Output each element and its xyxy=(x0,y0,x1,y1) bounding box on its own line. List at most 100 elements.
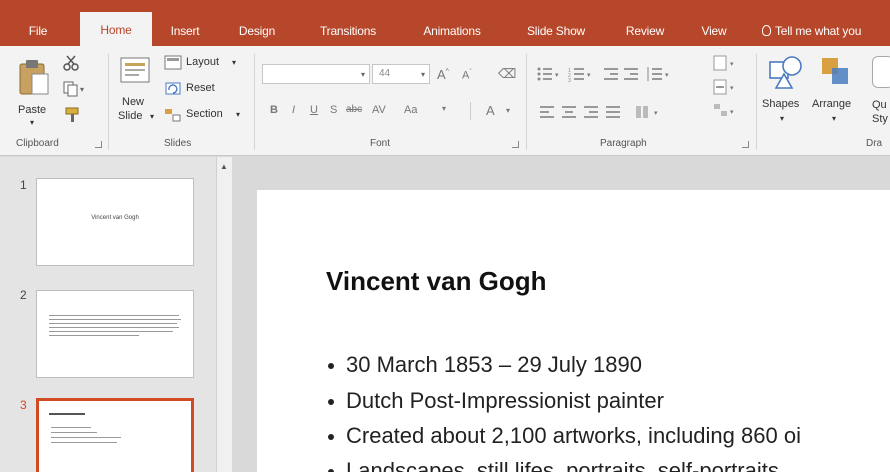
cut-icon[interactable] xyxy=(62,54,80,72)
bold-icon[interactable]: B xyxy=(270,104,278,116)
columns-icon[interactable]: ▾ xyxy=(634,104,664,120)
group-divider xyxy=(108,54,109,150)
clipboard-group-label: Clipboard xyxy=(16,138,59,149)
font-group-label: Font xyxy=(370,138,391,149)
section-dropdown-icon: ▾ xyxy=(236,110,241,119)
thumbnail-text-line xyxy=(49,331,173,332)
arrange-button[interactable]: Arrange ▾ xyxy=(810,52,864,134)
lightbulb-icon xyxy=(762,25,771,36)
shapes-button[interactable]: Shapes ▾ xyxy=(760,52,812,134)
svg-text:▾: ▾ xyxy=(587,72,591,79)
tab-transitions[interactable]: Transitions xyxy=(305,18,391,46)
paste-dropdown-icon: ▾ xyxy=(30,118,35,127)
font-name-field[interactable]: ▾ xyxy=(262,64,370,84)
ribbon-tab-bar: File Home Insert Design Transitions Anim… xyxy=(0,0,890,46)
slide-bullet: Dutch Post-Impressionist painter xyxy=(328,388,664,414)
font-size-field[interactable]: 44 ▾ xyxy=(372,64,430,84)
tab-design[interactable]: Design xyxy=(226,18,288,46)
clear-formatting-icon[interactable]: ⌫ xyxy=(498,66,516,82)
increase-font-size-icon[interactable]: A^ xyxy=(437,67,449,82)
decrease-font-size-icon[interactable]: Aˇ xyxy=(462,69,472,82)
reset-button[interactable]: Reset xyxy=(164,80,244,100)
change-case-dropdown-icon[interactable]: ▾ xyxy=(442,104,446,113)
bullet-icon xyxy=(328,399,334,406)
slide-bullet: 30 March 1853 – 29 July 1890 xyxy=(328,352,642,378)
scroll-up-icon[interactable]: ▲ xyxy=(220,162,228,171)
tab-review[interactable]: Review xyxy=(614,18,676,46)
font-size-value: 44 xyxy=(379,68,391,79)
layout-button[interactable]: Layout ▾ xyxy=(164,54,244,74)
tab-animations[interactable]: Animations xyxy=(406,18,498,46)
shadow-icon[interactable]: S xyxy=(330,104,337,116)
layout-dropdown-icon: ▾ xyxy=(232,58,237,67)
bullets-icon[interactable]: ▾ xyxy=(536,66,562,82)
thumbnail-title-line xyxy=(49,413,85,415)
font-color-icon[interactable]: A xyxy=(486,103,495,118)
paragraph-group-label: Paragraph xyxy=(600,138,647,149)
tab-slide-show[interactable]: Slide Show xyxy=(512,18,600,46)
slide-thumbnail-2[interactable] xyxy=(36,290,194,378)
format-painter-icon[interactable] xyxy=(64,106,82,124)
increase-indent-icon[interactable] xyxy=(624,66,640,82)
bullet-text: 30 March 1853 – 29 July 1890 xyxy=(346,352,642,377)
new-slide-button[interactable]: New Slide ▾ xyxy=(114,52,158,134)
thumbnail-scrollbar[interactable]: ▲ xyxy=(216,157,232,472)
arrange-label: Arrange xyxy=(812,98,852,110)
bullet-text: Landscapes, still lifes, portraits, self… xyxy=(346,458,779,472)
italic-icon[interactable]: I xyxy=(292,104,295,116)
section-button[interactable]: Section ▾ xyxy=(164,106,248,126)
slide-title[interactable]: Vincent van Gogh xyxy=(326,266,547,297)
paragraph-launcher-icon[interactable] xyxy=(742,141,749,148)
quick-styles-icon xyxy=(872,56,890,88)
tell-me-search[interactable]: Tell me what you xyxy=(762,18,890,46)
numbering-icon[interactable]: 1 2 3 ▾ xyxy=(568,66,594,82)
svg-text:▾: ▾ xyxy=(665,72,669,79)
section-label: Section xyxy=(186,108,223,120)
tab-insert[interactable]: Insert xyxy=(160,18,210,46)
line-spacing-icon[interactable]: ▾ xyxy=(646,66,672,82)
tell-me-label: Tell me what you xyxy=(775,24,862,38)
strikethrough-icon[interactable]: abc xyxy=(346,104,362,115)
copy-icon[interactable]: ▾ xyxy=(62,80,88,98)
svg-text:▾: ▾ xyxy=(730,61,734,68)
tab-view[interactable]: View xyxy=(690,18,738,46)
layout-label: Layout xyxy=(186,56,220,68)
section-icon xyxy=(165,109,181,122)
slide-thumbnail-1[interactable]: Vincent van Gogh xyxy=(36,178,194,266)
character-spacing-icon[interactable]: AV xyxy=(372,104,386,116)
svg-text:▾: ▾ xyxy=(654,110,658,117)
tab-home[interactable]: Home xyxy=(80,12,152,46)
justify-icon[interactable] xyxy=(606,104,622,120)
thumbnail-number: 1 xyxy=(20,178,27,192)
clipboard-launcher-icon[interactable] xyxy=(95,141,102,148)
svg-text:▾: ▾ xyxy=(730,109,734,116)
bullet-text: Created about 2,100 artworks, including … xyxy=(346,423,801,448)
arrange-dropdown-icon: ▾ xyxy=(832,114,837,123)
layout-icon xyxy=(164,55,182,70)
slide-thumbnail-3[interactable] xyxy=(36,398,194,472)
svg-text:▾: ▾ xyxy=(555,72,559,79)
convert-to-smartart-icon[interactable]: ▾ xyxy=(712,102,738,120)
change-case-icon[interactable]: Aa xyxy=(404,104,417,116)
text-direction-icon[interactable]: ▾ xyxy=(712,54,738,72)
align-left-icon[interactable] xyxy=(540,104,556,120)
align-right-icon[interactable] xyxy=(584,104,600,120)
font-launcher-icon[interactable] xyxy=(512,141,519,148)
new-slide-label-2: Slide xyxy=(118,110,143,122)
group-divider xyxy=(756,54,757,150)
quick-styles-button[interactable]: Qu Sty xyxy=(868,52,890,134)
slide-bullet: Landscapes, still lifes, portraits, self… xyxy=(328,458,779,472)
align-text-icon[interactable]: ▾ xyxy=(712,78,738,96)
slide-canvas[interactable]: Vincent van Gogh 30 March 1853 – 29 July… xyxy=(257,190,890,472)
decrease-indent-icon[interactable] xyxy=(604,66,620,82)
font-size-dropdown-icon: ▾ xyxy=(420,70,425,79)
align-center-icon[interactable] xyxy=(562,104,578,120)
font-color-dropdown-icon[interactable]: ▾ xyxy=(506,106,510,115)
paste-button[interactable]: Paste ▾ xyxy=(14,54,54,134)
thumbnail-title: Vincent van Gogh xyxy=(91,215,139,221)
paste-label: Paste xyxy=(18,104,47,116)
arrange-icon xyxy=(822,58,848,84)
underline-icon[interactable]: U xyxy=(310,104,318,116)
ribbon: Paste ▾ ▾ Clipboard New Slide ▾ Layout ▾… xyxy=(0,46,890,156)
tab-file[interactable]: File xyxy=(18,18,58,46)
